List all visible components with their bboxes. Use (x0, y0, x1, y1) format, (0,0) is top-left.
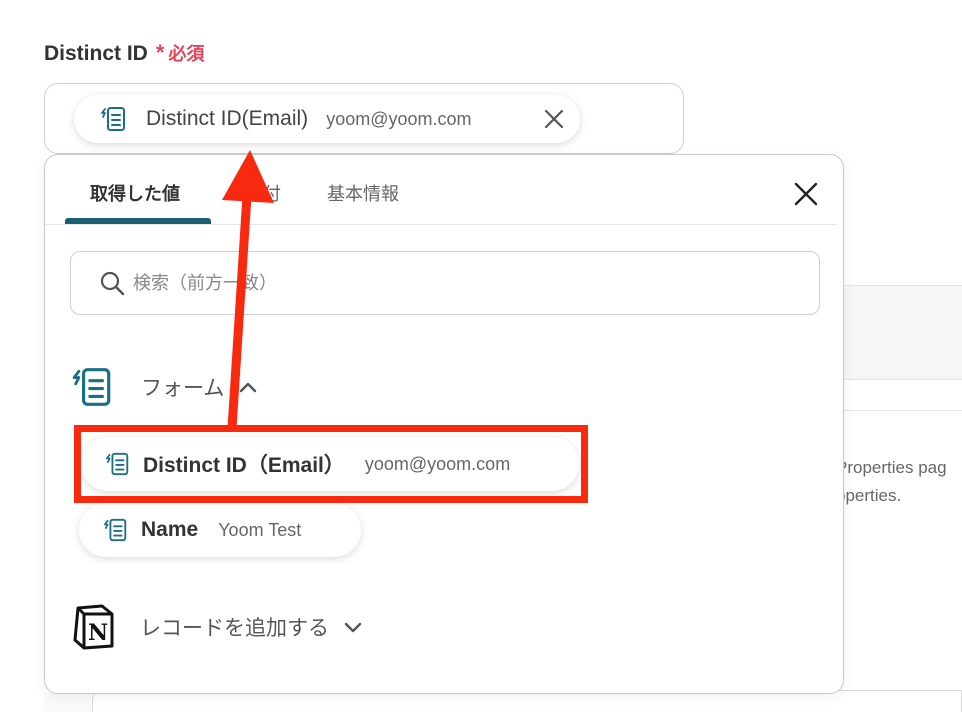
notion-icon: N (73, 604, 114, 650)
field-label-text: Distinct ID (44, 42, 148, 65)
svg-text:N: N (88, 620, 108, 646)
close-icon[interactable] (542, 107, 566, 131)
form-icon (100, 105, 128, 133)
background-panel (836, 285, 962, 380)
search-box[interactable] (70, 251, 820, 315)
highlight-box (74, 425, 588, 503)
background-strip (44, 693, 92, 712)
close-icon[interactable] (793, 181, 819, 207)
search-icon (100, 271, 125, 296)
field-label: Distinct ID * 必須 (44, 40, 204, 66)
section-add-record-header[interactable]: N レコードを追加する (72, 604, 363, 650)
form-icon (103, 517, 129, 543)
required-asterisk: * (155, 40, 165, 65)
section-form-header[interactable]: フォーム (71, 363, 258, 411)
section-add-record-title: レコードを追加する (140, 617, 329, 640)
chevron-up-icon (240, 382, 257, 393)
item-value: Yoom Test (218, 519, 302, 540)
active-tab-indicator (65, 218, 211, 224)
selected-value-chip[interactable]: Distinct ID(Email) yoom@yoom.com (74, 95, 580, 143)
chevron-down-icon (344, 622, 362, 633)
chip-label: Distinct ID(Email) (146, 107, 309, 130)
search-input[interactable] (133, 272, 733, 294)
tab-date[interactable]: 日付 (245, 180, 281, 206)
background-text-line1: Properties pag (836, 458, 947, 477)
list-item-name[interactable]: Name Yoom Test (79, 503, 361, 557)
required-text: 必須 (168, 44, 205, 64)
background-divider (836, 410, 962, 411)
background-text-line2: operties. (836, 486, 902, 505)
tab-basic-info[interactable]: 基本情報 (327, 180, 399, 206)
section-form-title: フォーム (141, 377, 225, 400)
chip-value: yoom@yoom.com (326, 108, 472, 129)
item-label: Name (141, 518, 199, 541)
tab-acquired-values[interactable]: 取得した値 (90, 180, 180, 206)
form-icon (71, 363, 115, 411)
tab-bar: 取得した値 日付 基本情報 (45, 155, 837, 225)
